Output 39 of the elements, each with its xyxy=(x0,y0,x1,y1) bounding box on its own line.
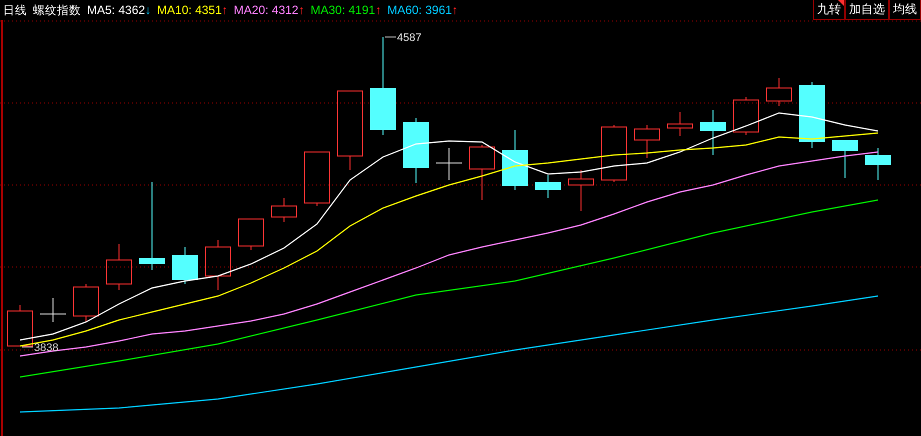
candlestick xyxy=(733,96,759,136)
trend-arrow: ↑ xyxy=(452,3,458,17)
candlestick xyxy=(436,148,462,180)
candlestick xyxy=(304,152,330,206)
candlestick xyxy=(865,148,891,180)
trend-arrow: ↓ xyxy=(145,3,152,17)
ma-value: MA60: 3961 xyxy=(387,3,452,17)
ma-value: MA5: 4362 xyxy=(87,3,146,17)
candlestick xyxy=(205,240,231,290)
toolbar-button[interactable]: 九转 xyxy=(813,0,845,20)
trend-arrow: ↑ xyxy=(298,3,304,17)
candlestick xyxy=(832,140,858,178)
candlestick xyxy=(700,110,726,156)
toolbar-button[interactable]: 加自选 xyxy=(845,0,889,20)
candlestick xyxy=(403,118,429,184)
candlestick xyxy=(7,304,33,346)
candlestick xyxy=(766,78,792,106)
trend-arrow: ↑ xyxy=(222,3,228,17)
trend-arrow: ↑ xyxy=(375,3,382,17)
instrument-name: 螺纹指数 xyxy=(33,2,81,18)
candlestick xyxy=(667,112,693,136)
candlestick xyxy=(271,198,297,222)
ma-value: MA30: 4191 xyxy=(310,3,376,17)
candlestick xyxy=(502,130,528,190)
candlestick xyxy=(73,284,99,322)
toolbar-button[interactable]: 均线 xyxy=(889,0,921,20)
candlestick xyxy=(106,244,132,290)
ma-value: MA10: 4351 xyxy=(157,3,222,17)
candlestick xyxy=(799,82,825,148)
period-label[interactable]: 日线 xyxy=(3,2,27,18)
candlestick xyxy=(601,124,627,182)
candlestick xyxy=(568,170,594,212)
candlestick xyxy=(172,246,198,284)
ma-value: MA20: 4312 xyxy=(234,3,298,17)
candlestick xyxy=(40,298,66,322)
candlestick xyxy=(634,124,660,158)
candlestick xyxy=(469,144,495,200)
candlestick xyxy=(535,174,561,198)
candlestick xyxy=(238,218,264,250)
